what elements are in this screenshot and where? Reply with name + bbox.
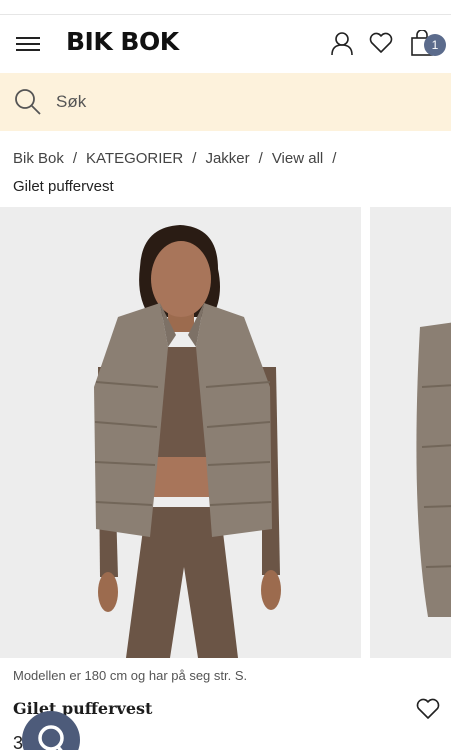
product-image-gallery[interactable] xyxy=(0,207,451,658)
chat-bubble-icon xyxy=(38,725,64,750)
breadcrumb-separator: / xyxy=(192,150,197,167)
cart-count-badge: 1 xyxy=(424,34,446,56)
menu-icon[interactable] xyxy=(16,35,40,53)
product-image-next[interactable] xyxy=(370,207,451,658)
breadcrumb-separator: / xyxy=(258,150,263,167)
breadcrumb-link-categories[interactable]: KATEGORIER xyxy=(86,150,183,167)
breadcrumb-separator: / xyxy=(72,150,78,167)
search-bar xyxy=(0,73,451,131)
brand-logo[interactable]: BIK BOK xyxy=(66,27,179,56)
heart-icon[interactable] xyxy=(368,30,394,56)
search-icon xyxy=(15,89,41,115)
breadcrumb-separator: / xyxy=(332,150,337,167)
breadcrumb-current: Gilet puffervest xyxy=(13,178,114,195)
model-size-info: Modellen er 180 cm og har på seg str. S. xyxy=(13,668,248,683)
breadcrumb-link-view-all[interactable]: View all xyxy=(272,150,323,167)
breadcrumb-link-home[interactable]: Bik Bok xyxy=(13,150,64,167)
site-header: BIK BOK 1 xyxy=(0,15,451,73)
model-photo-partial xyxy=(370,207,451,658)
product-image-main[interactable] xyxy=(0,207,361,658)
heart-icon[interactable] xyxy=(415,697,441,721)
breadcrumb: Bik Bok / KATEGORIER / Jakker / View all / Gile… xyxy=(13,145,443,201)
search-input[interactable] xyxy=(56,89,426,115)
chat-button[interactable] xyxy=(22,711,80,750)
breadcrumb-link-jackets[interactable]: Jakker xyxy=(205,150,249,167)
top-strip xyxy=(0,0,451,15)
user-icon[interactable] xyxy=(329,30,355,56)
model-photo xyxy=(0,207,361,658)
